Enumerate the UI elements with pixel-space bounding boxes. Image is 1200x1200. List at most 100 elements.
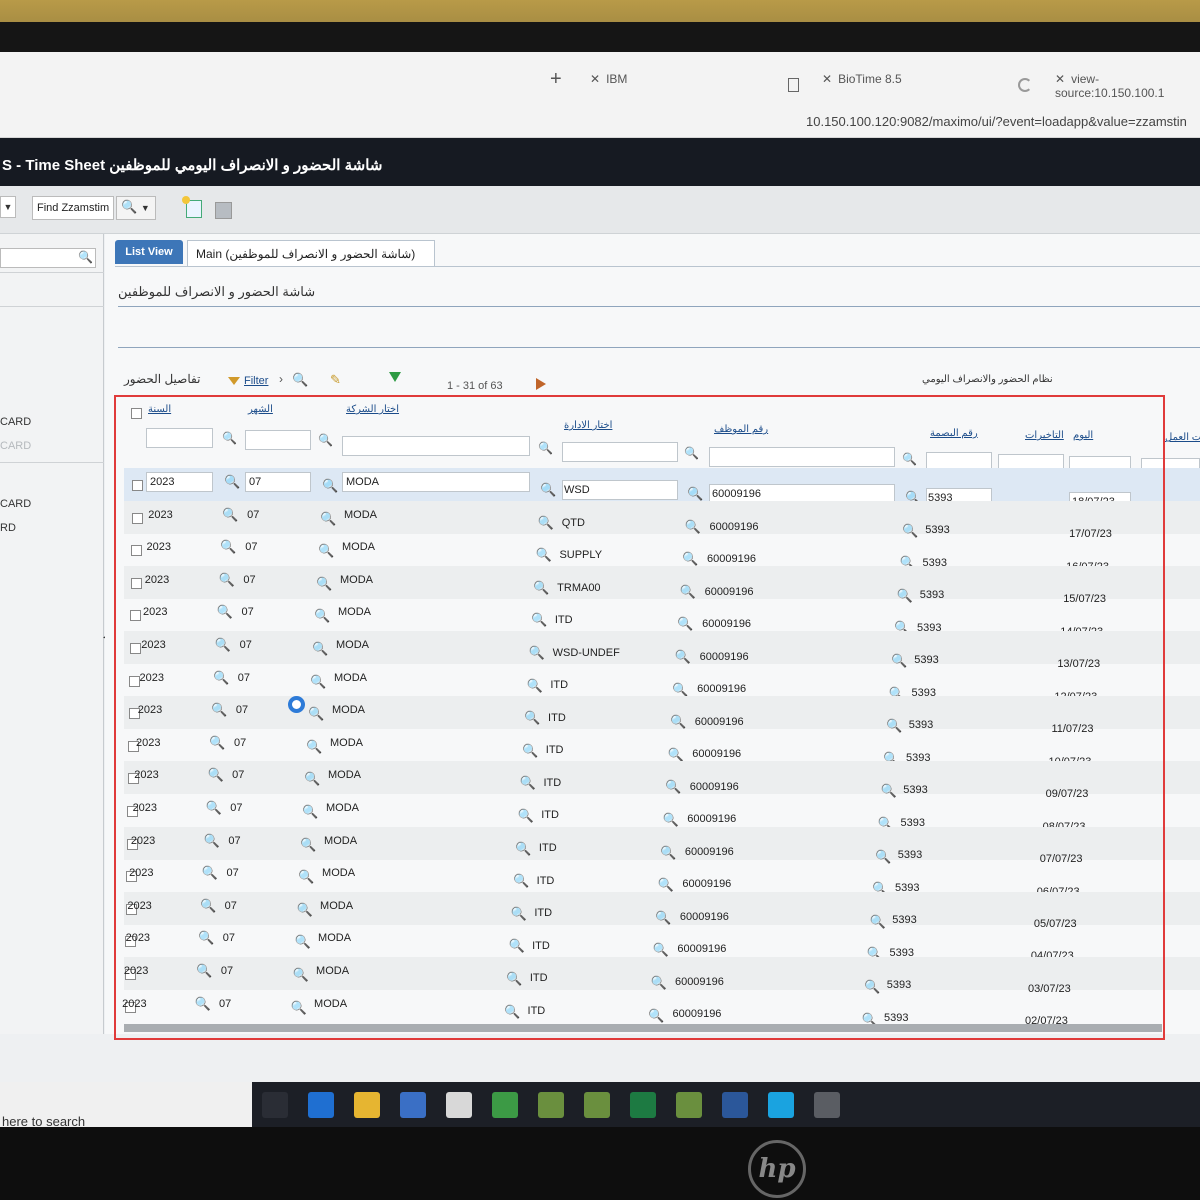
lookup-icon[interactable]: 🔍	[668, 747, 684, 763]
department-filter-input[interactable]	[562, 442, 678, 462]
lookup-icon[interactable]: 🔍	[509, 938, 525, 954]
edge-icon[interactable]	[308, 1092, 334, 1118]
lookup-icon[interactable]: 🔍	[685, 519, 701, 535]
column-header-delays[interactable]: التاخيرات	[1025, 430, 1064, 441]
column-header-employee-number[interactable]: رقم الموظف	[714, 424, 768, 435]
lookup-icon[interactable]: 🔍	[658, 877, 674, 893]
lookup-icon[interactable]: 🔍	[294, 934, 310, 950]
lookup-icon[interactable]: 🔍	[511, 906, 527, 922]
column-header-month[interactable]: الشهر	[248, 404, 273, 415]
company-filter-input[interactable]	[342, 436, 530, 456]
lookup-icon[interactable]: 🔍	[672, 682, 688, 698]
table-row[interactable]	[124, 565, 1200, 599]
close-icon[interactable]: ✕	[590, 72, 600, 86]
lookup-icon[interactable]: 🔍	[520, 775, 536, 791]
app-icon[interactable]	[538, 1092, 564, 1118]
table-row[interactable]	[124, 533, 1200, 566]
file-explorer-icon[interactable]	[354, 1092, 380, 1118]
nav-item[interactable]: RD	[0, 522, 16, 534]
employee-filter-input[interactable]	[709, 447, 895, 467]
lookup-icon[interactable]: 🔍	[204, 833, 220, 849]
lookup-icon[interactable]: 🔍	[670, 714, 686, 730]
lookup-icon[interactable]: 🔍	[202, 865, 218, 881]
lookup-icon[interactable]: 🔍	[653, 942, 669, 958]
lookup-icon[interactable]: 🔍	[308, 706, 324, 722]
nav-item[interactable]: CARD	[0, 416, 31, 428]
lookup-icon[interactable]: 🔍	[515, 841, 531, 857]
store-icon[interactable]	[400, 1092, 426, 1118]
lookup-icon[interactable]: 🔍	[293, 967, 309, 983]
row-checkbox[interactable]	[130, 577, 142, 589]
column-header-department[interactable]: اختار الادارة	[564, 420, 612, 431]
refresh-icon[interactable]	[1018, 78, 1032, 92]
tab-ibm[interactable]: ✕ IBM	[590, 72, 627, 86]
lookup-icon[interactable]: 🔍	[220, 539, 236, 555]
lookup-icon[interactable]: 🔍	[207, 767, 223, 783]
lookup-icon[interactable]: 🔍	[522, 743, 538, 759]
lookup-icon[interactable]: 🔍	[529, 645, 545, 661]
month-filter-input[interactable]	[245, 430, 311, 450]
lookup-icon[interactable]: 🔍	[677, 616, 693, 632]
table-row[interactable]	[124, 664, 1200, 697]
select-all-checkbox[interactable]	[131, 408, 142, 419]
lookup-icon[interactable]: 🔍	[504, 1004, 520, 1020]
internet-explorer-icon[interactable]	[768, 1092, 794, 1118]
new-tab-button[interactable]: +	[550, 68, 562, 91]
lookup-icon[interactable]: 🔍	[506, 971, 522, 987]
lookup-icon[interactable]: 🔍	[687, 486, 703, 502]
new-record-icon[interactable]	[182, 196, 202, 218]
lookup-icon[interactable]: 🔍	[200, 898, 216, 914]
app-icon[interactable]	[676, 1092, 702, 1118]
lookup-icon[interactable]: 🔍	[224, 474, 240, 490]
search-icon[interactable]: 🔍	[78, 250, 93, 264]
lookup-icon[interactable]: 🔍	[314, 608, 330, 624]
lookup-icon[interactable]: 🔍	[322, 478, 338, 494]
lookup-icon[interactable]: 🔍	[650, 975, 666, 991]
lookup-icon[interactable]: 🔍	[663, 812, 679, 828]
lookup-icon[interactable]: 🔍	[217, 604, 233, 620]
search-icon[interactable]: 🔍	[222, 431, 237, 445]
lookup-icon[interactable]: 🔍	[218, 572, 234, 588]
next-page-icon[interactable]	[536, 378, 546, 390]
lookup-icon[interactable]: 🔍	[206, 800, 222, 816]
lookup-icon[interactable]: 🔍	[655, 910, 671, 926]
row-checkbox[interactable]	[131, 512, 143, 524]
table-row[interactable]	[124, 761, 1200, 795]
nav-item[interactable]: CARD	[0, 498, 31, 510]
horizontal-scrollbar[interactable]	[124, 1024, 1162, 1032]
table-row[interactable]	[124, 696, 1200, 730]
lookup-icon[interactable]: 🔍	[302, 804, 318, 820]
lookup-icon[interactable]: 🔍	[209, 735, 225, 751]
word-icon[interactable]	[722, 1092, 748, 1118]
lookup-icon[interactable]: 🔍	[518, 808, 534, 824]
lookup-icon[interactable]: 🔍	[291, 1000, 307, 1016]
chrome-icon[interactable]	[492, 1092, 518, 1118]
table-row[interactable]	[124, 631, 1200, 664]
lookup-icon[interactable]: 🔍	[680, 584, 696, 600]
filter-link[interactable]: Filter	[244, 375, 268, 387]
table-row[interactable]	[124, 729, 1200, 762]
excel-icon[interactable]	[630, 1092, 656, 1118]
mail-icon[interactable]	[446, 1092, 472, 1118]
lookup-icon[interactable]: 🔍	[196, 963, 212, 979]
lookup-icon[interactable]: 🔍	[540, 482, 556, 498]
lookup-icon[interactable]: 🔍	[527, 678, 543, 694]
calculator-icon[interactable]	[814, 1092, 840, 1118]
close-icon[interactable]: ✕	[822, 72, 832, 86]
lookup-icon[interactable]: 🔍	[660, 845, 676, 861]
search-icon[interactable]: 🔍	[292, 372, 308, 388]
tab-view-source[interactable]: ✕ view-source:10.150.100.1	[1055, 72, 1200, 100]
app-icon[interactable]	[584, 1092, 610, 1118]
lookup-icon[interactable]: 🔍	[665, 779, 681, 795]
search-icon[interactable]: 🔍	[538, 441, 553, 455]
lookup-icon[interactable]: 🔍	[304, 771, 320, 787]
lookup-icon[interactable]: 🔍	[211, 702, 227, 718]
address-bar[interactable]: 10.150.100.120:9082/maximo/ui/?event=loa…	[806, 114, 1187, 129]
lookup-icon[interactable]: 🔍	[300, 837, 316, 853]
column-header-extra[interactable]: ت العمل	[1165, 432, 1200, 443]
column-header-day[interactable]: اليوم	[1073, 430, 1093, 441]
lookup-icon[interactable]: 🔍	[536, 547, 552, 563]
lookup-icon[interactable]: 🔍	[213, 670, 229, 686]
search-icon[interactable]: 🔍	[902, 452, 917, 466]
close-icon[interactable]: ✕	[1055, 72, 1065, 86]
